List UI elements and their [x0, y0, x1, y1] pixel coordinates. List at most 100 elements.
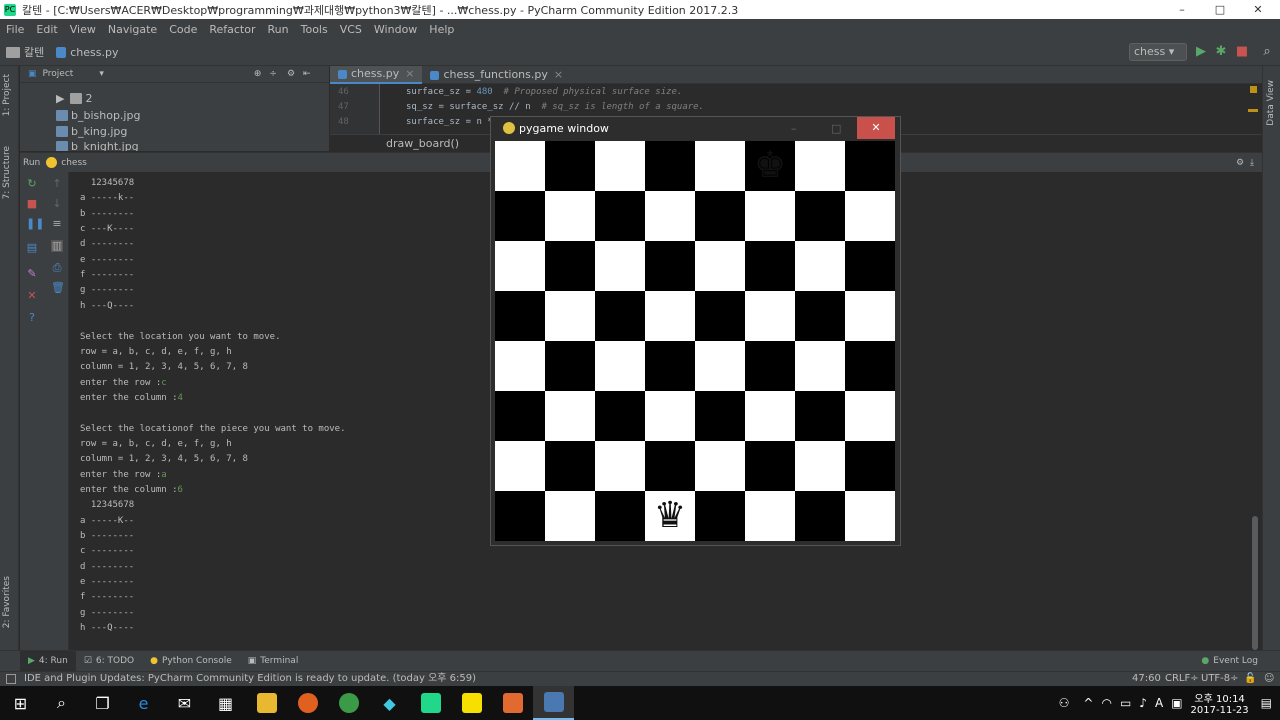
chevron-up-icon[interactable]: ^: [1083, 696, 1093, 710]
locate-icon[interactable]: ⊕: [254, 69, 262, 79]
menu-code[interactable]: Code: [163, 23, 203, 36]
hide-panel-icon[interactable]: ⤓: [1250, 158, 1254, 168]
search-icon[interactable]: ⌕: [41, 686, 82, 720]
board-square[interactable]: [495, 191, 545, 241]
trash-icon[interactable]: 🗑: [51, 282, 65, 294]
board-square[interactable]: [545, 241, 595, 291]
start-button[interactable]: ⊞: [0, 686, 41, 720]
nav-file-crumb[interactable]: chess.py: [56, 46, 119, 59]
tree-file-b-bishop[interactable]: b_bishop.jpg: [56, 109, 140, 122]
minimize-button[interactable]: –: [1162, 0, 1202, 19]
tab-chess-py[interactable]: chess.py ×: [330, 65, 423, 84]
chevron-down-icon[interactable]: ▾: [99, 69, 104, 79]
close-button[interactable]: ✕: [1238, 0, 1278, 19]
board-square[interactable]: ♛: [645, 491, 695, 541]
board-square[interactable]: [495, 341, 545, 391]
ime-icon[interactable]: ▣: [1171, 696, 1182, 710]
maximize-button[interactable]: □: [1200, 0, 1240, 19]
board-square[interactable]: [495, 391, 545, 441]
board-square[interactable]: [795, 191, 845, 241]
board-square[interactable]: [645, 191, 695, 241]
edge-browser-icon[interactable]: e: [123, 686, 164, 720]
search-icon[interactable]: ⌕: [1259, 44, 1275, 60]
board-square[interactable]: [645, 141, 695, 191]
tab-chess-functions-py[interactable]: chess_functions.py ×: [422, 66, 571, 84]
menu-vcs[interactable]: VCS: [334, 23, 368, 36]
board-square[interactable]: [845, 141, 895, 191]
board-square[interactable]: [545, 491, 595, 541]
board-square[interactable]: [545, 191, 595, 241]
menu-file[interactable]: File: [0, 23, 30, 36]
menu-navigate[interactable]: Navigate: [102, 23, 163, 36]
menu-window[interactable]: Window: [368, 23, 423, 36]
board-square[interactable]: [745, 441, 795, 491]
code-line-47[interactable]: sq_sz = surface_sz // n # sq_sz is lengt…: [406, 102, 704, 112]
board-square[interactable]: [695, 191, 745, 241]
board-square[interactable]: [795, 341, 845, 391]
python-taskbar-icon[interactable]: [533, 686, 574, 720]
code-line-48[interactable]: surface_sz = n *: [406, 117, 498, 127]
project-tool-tab[interactable]: 1: Project: [2, 74, 12, 116]
tree-file-b-knight[interactable]: b_knight.jpg: [56, 141, 139, 151]
pycharm-taskbar-icon[interactable]: [410, 686, 451, 720]
pygame-close-button[interactable]: ✕: [857, 117, 895, 139]
menu-tools[interactable]: Tools: [295, 23, 334, 36]
wifi-icon[interactable]: ◠: [1101, 696, 1111, 710]
menu-edit[interactable]: Edit: [30, 23, 63, 36]
tab-python-console[interactable]: ● Python Console: [142, 651, 240, 672]
data-view-tool-tab[interactable]: Data View: [1266, 80, 1276, 126]
nav-project-crumb[interactable]: 칼텐: [6, 44, 44, 60]
toggle-tool-windows-icon[interactable]: [6, 674, 16, 684]
close-icon[interactable]: ×: [405, 65, 414, 83]
rerun-icon[interactable]: ↻: [26, 178, 38, 190]
close-icon[interactable]: ✕: [26, 290, 38, 302]
board-square[interactable]: [495, 291, 545, 341]
board-square[interactable]: [745, 491, 795, 541]
warning-marker-icon[interactable]: [1250, 86, 1257, 93]
board-square[interactable]: ♚: [745, 141, 795, 191]
structure-tool-tab[interactable]: 7: Structure: [2, 146, 12, 200]
notification-icon[interactable]: ▤: [1261, 696, 1272, 710]
lock-icon[interactable]: 🔓: [1244, 672, 1256, 686]
board-square[interactable]: [795, 241, 845, 291]
board-square[interactable]: [645, 341, 695, 391]
bird-app-icon[interactable]: ◆: [369, 686, 410, 720]
board-square[interactable]: [595, 241, 645, 291]
board-square[interactable]: [745, 341, 795, 391]
board-square[interactable]: [845, 441, 895, 491]
hide-icon[interactable]: ⇤: [303, 69, 311, 79]
menu-run[interactable]: Run: [262, 23, 295, 36]
board-square[interactable]: [695, 291, 745, 341]
expand-arrow-icon[interactable]: ▶: [56, 92, 64, 105]
clock[interactable]: 오후 10:14 2017-11-23: [1191, 690, 1249, 716]
board-square[interactable]: [495, 241, 545, 291]
people-icon[interactable]: ⚇: [1059, 696, 1070, 710]
board-square[interactable]: [695, 491, 745, 541]
board-square[interactable]: [745, 191, 795, 241]
board-square[interactable]: [795, 391, 845, 441]
mail-icon[interactable]: ✉: [164, 686, 205, 720]
board-square[interactable]: [695, 441, 745, 491]
board-square[interactable]: [845, 241, 895, 291]
board-square[interactable]: [745, 391, 795, 441]
board-square[interactable]: [745, 291, 795, 341]
office-icon[interactable]: [492, 686, 533, 720]
tab-terminal[interactable]: ▣ Terminal: [240, 651, 307, 672]
menu-refactor[interactable]: Refactor: [203, 23, 261, 36]
status-message[interactable]: IDE and Plugin Updates: PyCharm Communit…: [24, 672, 476, 686]
gear-icon[interactable]: ⚙: [287, 69, 295, 79]
task-view-icon[interactable]: ❐: [82, 686, 123, 720]
tree-folder-2[interactable]: ▶ 2: [56, 92, 92, 105]
gear-icon[interactable]: ⚙: [1236, 158, 1244, 168]
board-square[interactable]: [595, 391, 645, 441]
board-square[interactable]: [695, 241, 745, 291]
board-square[interactable]: [845, 491, 895, 541]
board-square[interactable]: [645, 391, 695, 441]
board-square[interactable]: [495, 141, 545, 191]
board-square[interactable]: [545, 441, 595, 491]
board-square[interactable]: [845, 291, 895, 341]
board-square[interactable]: [695, 341, 745, 391]
board-square[interactable]: [495, 441, 545, 491]
black-king-piece[interactable]: ♚: [745, 141, 795, 191]
print-icon[interactable]: ⎙: [51, 262, 63, 274]
